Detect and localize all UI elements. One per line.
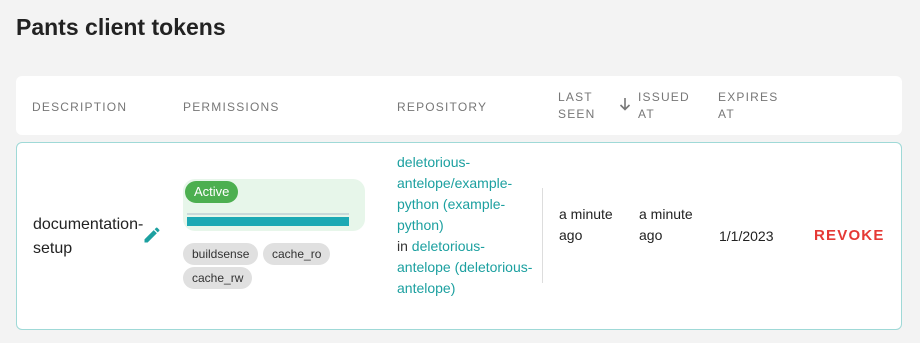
table-header: DESCRIPTION PERMISSIONS REPOSITORY LAST …: [16, 76, 902, 135]
column-header-expires-at[interactable]: EXPIRES AT: [718, 89, 778, 123]
permission-chip-buildsense: buildsense: [183, 243, 259, 265]
redacted-text: [187, 217, 349, 226]
repository-cell: deletorious-antelope/example-python (exa…: [397, 152, 535, 299]
permission-chip-cache-ro: cache_ro: [263, 243, 331, 265]
token-description: documentation- setup: [33, 213, 153, 261]
page-title: Pants client tokens: [16, 14, 226, 40]
status-badge: Active: [185, 181, 239, 203]
repository-in-label: in: [397, 238, 408, 254]
column-header-description[interactable]: DESCRIPTION: [32, 99, 127, 116]
column-header-issued-at-line2: AT: [638, 107, 655, 121]
redacted-strikethrough: [187, 213, 349, 215]
column-divider: [542, 188, 543, 283]
column-header-expires-at-line2: AT: [718, 107, 735, 121]
column-header-issued-at[interactable]: ISSUED AT: [638, 89, 690, 123]
permission-chip-cache-rw: cache_rw: [183, 267, 253, 289]
column-header-issued-at-line1: ISSUED: [638, 90, 690, 104]
column-header-permissions[interactable]: PERMISSIONS: [183, 99, 280, 116]
issued-at-value: a minute ago: [639, 206, 693, 243]
expires-at-value: 1/1/2023: [719, 228, 774, 244]
column-header-last-seen-line1: LAST: [558, 90, 593, 104]
last-seen-value: a minute ago: [559, 206, 613, 243]
column-header-last-seen-line2: SEEN: [558, 107, 596, 121]
table-row: documentation- setup Active buildsense c…: [16, 142, 902, 330]
arrow-down-icon[interactable]: [618, 96, 632, 112]
column-header-expires-at-line1: EXPIRES: [718, 90, 779, 104]
revoke-button[interactable]: REVOKE: [814, 227, 885, 244]
token-description-line2: setup: [33, 240, 73, 257]
column-header-repository[interactable]: REPOSITORY: [397, 99, 487, 116]
column-header-last-seen[interactable]: LAST SEEN: [558, 89, 595, 123]
pencil-icon[interactable]: [142, 225, 162, 245]
token-description-line1: documentation-: [33, 216, 144, 233]
repository-link[interactable]: deletorious-antelope/example-python (exa…: [397, 154, 512, 233]
organization-link[interactable]: deletorious-antelope (deletorious-antelo…: [397, 238, 532, 296]
